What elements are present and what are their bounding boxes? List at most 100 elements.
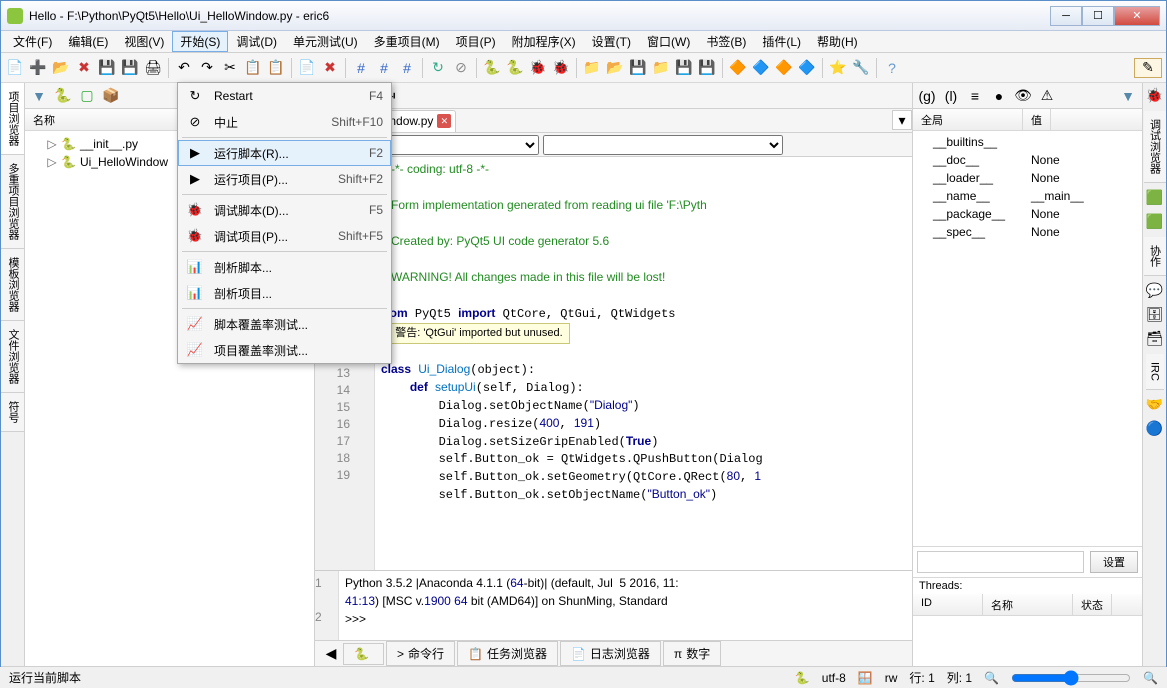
var-row[interactable]: __builtins__ xyxy=(913,133,1142,151)
bottom-tab[interactable]: π数字 xyxy=(663,641,721,666)
var-row[interactable]: __spec__None xyxy=(913,223,1142,241)
vcs1-icon[interactable]: 🔶 xyxy=(728,58,748,78)
menu-item[interactable]: 🐞调试脚本(D)...F5 xyxy=(178,197,391,223)
stop-icon[interactable]: ⊘ xyxy=(451,58,471,78)
star-icon[interactable]: ⭐ xyxy=(828,58,848,78)
redo-icon[interactable]: ↷ xyxy=(197,58,217,78)
vcs4-icon[interactable]: 🔷 xyxy=(797,58,817,78)
code-area[interactable]: # -*- coding: utf-8 -*- # Form implement… xyxy=(375,157,912,570)
close-button[interactable]: ✕ xyxy=(1114,6,1160,26)
globals-icon[interactable]: (g) xyxy=(917,86,937,106)
zoom-in-icon[interactable]: 🔍 xyxy=(1143,671,1158,685)
menu-item[interactable]: 📊剖析项目... xyxy=(178,280,391,306)
doc-icon[interactable]: 📄 xyxy=(297,58,317,78)
menu-item[interactable]: 🐞调试项目(P)...Shift+F5 xyxy=(178,223,391,249)
menu-6[interactable]: 多重项目(M) xyxy=(366,31,448,52)
proj-close-icon[interactable]: 📁 xyxy=(651,58,671,78)
vtab-debug[interactable]: 调试浏览器 xyxy=(1144,111,1166,183)
menu-item[interactable]: ▶运行项目(P)...Shift+F2 xyxy=(178,166,391,192)
irc1-icon[interactable]: 💬 xyxy=(1146,282,1164,300)
bottom-tab[interactable]: 📄日志浏览器 xyxy=(560,641,661,666)
zoom-slider[interactable] xyxy=(1011,670,1131,686)
menu-12[interactable]: 插件(L) xyxy=(754,31,809,52)
menu-5[interactable]: 单元测试(U) xyxy=(285,31,366,52)
python-file-icon[interactable]: 🐍 xyxy=(53,86,73,106)
vtab-3[interactable]: 文件浏览器 xyxy=(1,321,24,393)
debug-script-icon[interactable]: 🐞 xyxy=(528,58,548,78)
vcs2-icon[interactable]: 🔷 xyxy=(751,58,771,78)
menu-item[interactable]: ↻RestartF4 xyxy=(178,83,391,109)
menu-item[interactable]: 📊剖析脚本... xyxy=(178,254,391,280)
run-script-icon[interactable]: 🐍 xyxy=(482,58,502,78)
filter-right-icon[interactable]: ▼ xyxy=(1118,86,1138,106)
menu-0[interactable]: 文件(F) xyxy=(5,31,60,52)
run-project-icon[interactable]: 🐍 xyxy=(505,58,525,78)
new-plus-icon[interactable]: ➕ xyxy=(28,58,48,78)
exc-icon[interactable]: ⚠ xyxy=(1037,86,1057,106)
shell-panel[interactable]: 1 2 Python 3.5.2 |Anaconda 4.1.1 (64-bit… xyxy=(315,570,912,640)
vcs3-icon[interactable]: 🔶 xyxy=(774,58,794,78)
vtab-4[interactable]: 符号 xyxy=(1,393,24,432)
open-icon[interactable]: 📂 xyxy=(51,58,71,78)
irc2-icon[interactable]: 🗄 xyxy=(1146,306,1164,324)
paste-icon[interactable]: 📋 xyxy=(266,58,286,78)
misc-icon[interactable]: 🔵 xyxy=(1146,420,1164,438)
filter-icon[interactable]: ▼ xyxy=(29,86,49,106)
filter-input[interactable] xyxy=(917,551,1084,573)
menu-11[interactable]: 书签(B) xyxy=(698,31,754,52)
proj-save-icon[interactable]: 💾 xyxy=(628,58,648,78)
save-all-icon[interactable]: 💾 xyxy=(120,58,140,78)
vtab-2[interactable]: 模板浏览器 xyxy=(1,249,24,321)
var-row[interactable]: __loader__None xyxy=(913,169,1142,187)
member-select[interactable] xyxy=(543,135,783,155)
help-icon[interactable]: ? xyxy=(882,58,902,78)
menu-4[interactable]: 调试(D) xyxy=(228,31,285,52)
vtab-collab[interactable]: 协作 xyxy=(1144,237,1166,276)
form-icon[interactable]: ▢ xyxy=(77,86,97,106)
hash-toggle-icon[interactable]: # xyxy=(397,58,417,78)
save-icon[interactable]: 💾 xyxy=(97,58,117,78)
menu-item[interactable]: 📈脚本覆盖率测试... xyxy=(178,311,391,337)
locals-icon[interactable]: (l) xyxy=(941,86,961,106)
threads-list[interactable] xyxy=(913,616,1142,666)
cut-icon[interactable]: ✂ xyxy=(220,58,240,78)
new-icon[interactable]: 📄 xyxy=(5,58,25,78)
vtab-irc[interactable]: IRC xyxy=(1146,354,1164,390)
variables-list[interactable]: __builtins____doc__None__loader__None__n… xyxy=(913,131,1142,546)
var-row[interactable]: __package__None xyxy=(913,205,1142,223)
zoom-out-icon[interactable]: 🔍 xyxy=(984,671,999,685)
menu-item[interactable]: 📈项目覆盖率测试... xyxy=(178,337,391,363)
tab-close-icon[interactable]: ✕ xyxy=(437,114,451,128)
tool-icon[interactable]: 🔧 xyxy=(851,58,871,78)
collab2-icon[interactable]: 🟩 xyxy=(1146,213,1164,231)
watch-icon[interactable]: 👁 xyxy=(1013,86,1033,106)
unhash-icon[interactable]: # xyxy=(374,58,394,78)
shell-output[interactable]: Python 3.5.2 |Anaconda 4.1.1 (64-bit)| (… xyxy=(339,571,912,640)
proj-save3-icon[interactable]: 💾 xyxy=(697,58,717,78)
var-row[interactable]: __name____main__ xyxy=(913,187,1142,205)
reload-icon[interactable]: ↻ xyxy=(428,58,448,78)
minimize-button[interactable]: ─ xyxy=(1050,6,1082,26)
print-icon[interactable]: 🖨 xyxy=(143,58,163,78)
callstack-icon[interactable]: ≡ xyxy=(965,86,985,106)
close-doc-icon[interactable]: ✖ xyxy=(74,58,94,78)
filter-button[interactable]: 设置 xyxy=(1090,551,1138,573)
breakpoints-icon[interactable]: ● xyxy=(989,86,1009,106)
menu-2[interactable]: 视图(V) xyxy=(116,31,172,52)
proj-save2-icon[interactable]: 💾 xyxy=(674,58,694,78)
vtab-1[interactable]: 多重项目浏览器 xyxy=(1,155,24,249)
maximize-button[interactable]: ☐ xyxy=(1082,6,1114,26)
var-row[interactable]: __doc__None xyxy=(913,151,1142,169)
delete-icon[interactable]: ✖ xyxy=(320,58,340,78)
menu-13[interactable]: 帮助(H) xyxy=(809,31,866,52)
proj-new-icon[interactable]: 📁 xyxy=(582,58,602,78)
bottom-tab[interactable]: 📋任务浏览器 xyxy=(457,641,558,666)
menu-item[interactable]: ⊘中止Shift+F10 xyxy=(178,109,391,135)
proj-open-icon[interactable]: 📂 xyxy=(605,58,625,78)
debug-project-icon[interactable]: 🐞 xyxy=(551,58,571,78)
bottom-tab[interactable]: 🐍 xyxy=(343,643,384,665)
menu-10[interactable]: 窗口(W) xyxy=(639,31,698,52)
bottom-tab[interactable]: >命令行 xyxy=(386,641,455,666)
menu-item[interactable]: ▶运行脚本(R)...F2 xyxy=(178,140,391,166)
tab-list-icon[interactable]: ▾ xyxy=(892,110,912,130)
